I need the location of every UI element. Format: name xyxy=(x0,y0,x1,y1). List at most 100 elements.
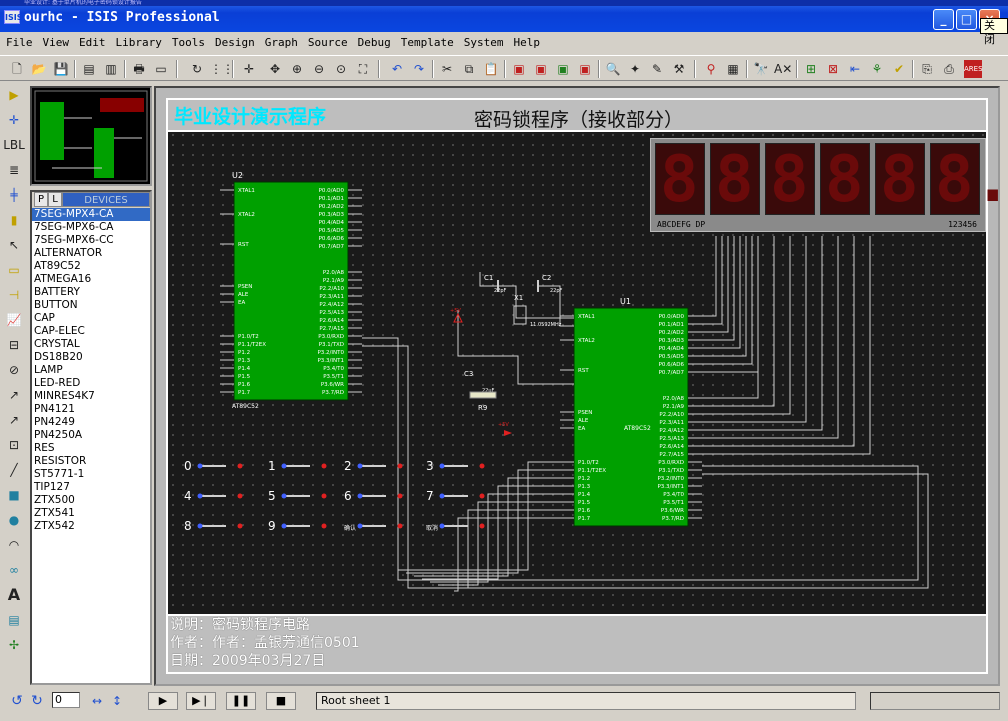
block-move-icon[interactable]: ▣ xyxy=(532,60,550,78)
schematic-sheet[interactable]: 毕业设计演示程序 密码锁程序（接收部分） U2 AT89C52 U1 AT89C52 X… xyxy=(166,98,1008,674)
print-area-icon[interactable]: ▭ xyxy=(152,60,170,78)
export-icon[interactable]: ▥ xyxy=(102,60,120,78)
device-list-item[interactable]: PN4249 xyxy=(32,416,150,429)
decompose-icon[interactable]: ⚒ xyxy=(670,60,688,78)
grid-icon[interactable]: ⋮⋮ xyxy=(210,60,234,78)
tape-recorder-icon[interactable]: ⊟ xyxy=(2,334,26,356)
open-folder-icon[interactable]: 📂 xyxy=(30,60,48,78)
mirror-y-icon[interactable]: ↕ xyxy=(108,692,126,710)
print-icon[interactable]: 🖶 xyxy=(130,60,148,78)
rotation-input[interactable]: 0 xyxy=(52,692,80,708)
ares-icon[interactable]: ARES xyxy=(964,60,983,78)
device-list-item[interactable]: 7SEG-MPX6-CA xyxy=(32,221,150,234)
property-tool-icon[interactable]: 🔭 xyxy=(752,60,770,78)
seven-segment-display[interactable]: 8. 8. 8. 8. 8. 8. ABCDEFG DP 123456 xyxy=(650,138,1008,232)
device-list-item[interactable]: CRYSTAL xyxy=(32,338,150,351)
cut-icon[interactable]: ✂ xyxy=(438,60,456,78)
selection-mode-icon[interactable]: ▶ xyxy=(2,84,26,106)
pick-devices-button[interactable]: P xyxy=(34,192,48,207)
virtual-instrument-icon[interactable]: ⊡ xyxy=(2,434,26,456)
text-icon[interactable]: A xyxy=(2,584,26,606)
rotate-cw-icon[interactable]: ↻ xyxy=(28,692,46,710)
package-tool-icon[interactable]: ✎ xyxy=(648,60,666,78)
current-probe-icon[interactable]: ↗ xyxy=(2,409,26,431)
bom-icon[interactable]: ⚘ xyxy=(868,60,886,78)
refresh-icon[interactable]: ↻ xyxy=(188,60,206,78)
pan-icon[interactable]: ✥ xyxy=(266,60,284,78)
redo-icon[interactable]: ↷ xyxy=(410,60,428,78)
block-delete-icon[interactable]: ▣ xyxy=(576,60,594,78)
device-list-item[interactable]: AT89C52 xyxy=(32,260,150,273)
device-list-item[interactable]: ZTX500 xyxy=(32,494,150,507)
subcircuit-icon[interactable]: ▮ xyxy=(2,209,26,231)
pause-button[interactable]: ❚❚ xyxy=(226,692,256,710)
device-list-item[interactable]: CAP-ELEC xyxy=(32,325,150,338)
junction-icon[interactable]: ✛ xyxy=(2,109,26,131)
menu-library[interactable]: Library xyxy=(110,34,166,49)
line-icon[interactable]: ╱ xyxy=(2,459,26,481)
device-list-item[interactable]: DS18B20 xyxy=(32,351,150,364)
save-icon[interactable]: 💾 xyxy=(52,60,70,78)
origin-icon[interactable]: ✛ xyxy=(240,60,258,78)
device-list-item[interactable]: LAMP xyxy=(32,364,150,377)
zoom-all-icon[interactable]: ⊙ xyxy=(332,60,350,78)
zoom-out-icon[interactable]: ⊖ xyxy=(310,60,328,78)
block-rotate-icon[interactable]: ▣ xyxy=(554,60,572,78)
maximize-button[interactable]: □ xyxy=(956,9,977,30)
make-device-icon[interactable]: ✦ xyxy=(626,60,644,78)
circle-icon[interactable]: ● xyxy=(2,509,26,531)
play-button[interactable]: ▶ xyxy=(148,692,178,710)
bus-icon[interactable]: ╪ xyxy=(2,184,26,206)
new-file-icon[interactable]: 🗋 xyxy=(8,60,26,78)
device-list-item[interactable]: PN4250A xyxy=(32,429,150,442)
goto-sheet-icon[interactable]: ⇤ xyxy=(846,60,864,78)
symbol-icon[interactable]: ▤ xyxy=(2,609,26,631)
netlist-ares-icon[interactable]: ⎙ xyxy=(940,60,958,78)
zoom-area-icon[interactable]: ⛶ xyxy=(354,60,372,78)
device-list-item[interactable]: LED-RED xyxy=(32,377,150,390)
stop-button[interactable]: ■ xyxy=(266,692,296,710)
wire-autorouter-icon[interactable]: ⚲ xyxy=(702,60,720,78)
device-list-item[interactable]: RESISTOR xyxy=(32,455,150,468)
menu-debug[interactable]: Debug xyxy=(352,34,395,49)
minimize-button[interactable]: _ xyxy=(933,9,954,30)
mirror-x-icon[interactable]: ↔ xyxy=(88,692,106,710)
device-list-item[interactable]: BATTERY xyxy=(32,286,150,299)
device-list-item[interactable]: ATMEGA16 xyxy=(32,273,150,286)
device-list-item[interactable]: MINRES4K7 xyxy=(32,390,150,403)
marker-icon[interactable]: ✢ xyxy=(2,634,26,656)
remove-sheet-icon[interactable]: ⊠ xyxy=(824,60,842,78)
device-list-item[interactable]: 7SEG-MPX6-CC xyxy=(32,234,150,247)
paste-icon[interactable]: 📋 xyxy=(482,60,500,78)
device-list-item[interactable]: ALTERNATOR xyxy=(32,247,150,260)
overview-window[interactable] xyxy=(30,86,152,186)
graph-icon[interactable]: 📈 xyxy=(2,309,26,331)
device-list-item[interactable]: ZTX541 xyxy=(32,507,150,520)
annotate-icon[interactable]: A✕ xyxy=(774,60,792,78)
device-list-item[interactable]: RES xyxy=(32,442,150,455)
arc-icon[interactable]: ◠ xyxy=(2,534,26,556)
device-list-item[interactable]: BUTTON xyxy=(32,299,150,312)
step-button[interactable]: ▶❘ xyxy=(186,692,216,710)
erc-icon[interactable]: ✔ xyxy=(890,60,908,78)
text-script-icon[interactable]: ≣ xyxy=(2,159,26,181)
generator-icon[interactable]: ⊘ xyxy=(2,359,26,381)
box-icon[interactable]: ■ xyxy=(2,484,26,506)
menu-design[interactable]: Design xyxy=(209,34,259,49)
pick-device-icon[interactable]: 🔍 xyxy=(604,60,622,78)
menu-graph[interactable]: Graph xyxy=(259,34,302,49)
netlist-icon[interactable]: ⎘ xyxy=(918,60,936,78)
menu-system[interactable]: System xyxy=(458,34,508,49)
menu-source[interactable]: Source xyxy=(302,34,352,49)
terminal-icon[interactable]: ▭ xyxy=(2,259,26,281)
device-list-item[interactable]: PN4121 xyxy=(32,403,150,416)
zoom-in-icon[interactable]: ⊕ xyxy=(288,60,306,78)
menu-help[interactable]: Help xyxy=(507,34,544,49)
new-sheet-icon[interactable]: ⊞ xyxy=(802,60,820,78)
component-mode-icon[interactable]: ↖ xyxy=(2,234,26,256)
wire-label-icon[interactable]: LBL xyxy=(2,134,26,156)
voltage-probe-icon[interactable]: ↗ xyxy=(2,384,26,406)
import-icon[interactable]: ▤ xyxy=(80,60,98,78)
device-list-item[interactable]: CAP xyxy=(32,312,150,325)
rotate-ccw-icon[interactable]: ↺ xyxy=(8,692,26,710)
